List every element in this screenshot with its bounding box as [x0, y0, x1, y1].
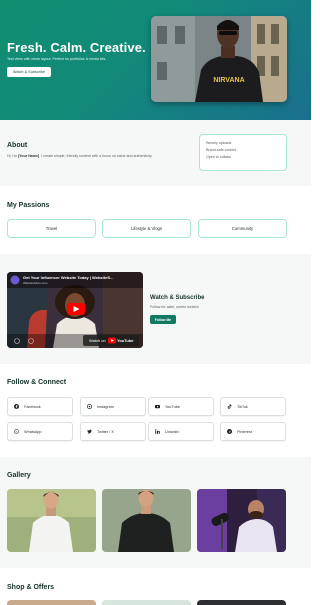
social-instagram[interactable]: Instagram — [80, 397, 146, 416]
gallery-photo — [7, 489, 96, 552]
social-whatsapp[interactable]: WhatsApp — [7, 422, 73, 441]
about-text: Hi, I'm [Your Name]. I create simple, fr… — [7, 154, 152, 158]
video-embed[interactable]: Get Your Influencer Website Today | Webs… — [7, 272, 143, 348]
about-name: [Your Name] — [18, 154, 40, 158]
about-section: About Hi, I'm [Your Name]. I create simp… — [0, 120, 311, 186]
hero-photo: NIRVANA — [151, 16, 287, 102]
hero-cta-button[interactable]: Watch & Subscribe — [7, 67, 51, 77]
watch-on-label: Watch on — [89, 338, 106, 343]
twitter-icon — [87, 429, 92, 434]
gallery-heading: Gallery — [7, 472, 31, 479]
gallery-photo — [197, 489, 286, 552]
video-subtext: Follow for calm, useful content. — [150, 305, 200, 309]
whatsapp-icon — [14, 429, 19, 434]
shop-heading: Shop & Offers — [7, 584, 55, 591]
social-label: Twitter / X — [97, 429, 114, 434]
youtube-icon — [155, 404, 160, 409]
social-twitter[interactable]: Twitter / X — [80, 422, 146, 441]
passion-community[interactable]: Community — [198, 219, 287, 238]
hero-subtitle: Teal vibes with clean layout. Perfect fo… — [7, 57, 107, 61]
social-tiktok[interactable]: TikTok — [220, 397, 286, 416]
social-label: LinkedIn — [165, 429, 180, 434]
video-thumb-channel: WebsiteStore.com — [23, 281, 48, 285]
about-text-prefix: Hi, I'm — [7, 154, 19, 158]
about-text-suffix: . I create simple, friendly content with… — [39, 154, 153, 158]
social-label: Instagram — [97, 404, 114, 409]
hero-title: Fresh. Calm. Creative. — [7, 40, 146, 55]
social-pinterest[interactable]: Pinterest — [220, 422, 286, 441]
shop-item-image[interactable] — [7, 600, 96, 605]
social-label: WhatsApp — [24, 429, 42, 434]
gallery-image-1[interactable] — [7, 489, 96, 552]
instagram-icon — [87, 404, 92, 409]
passions-section: My Passions Travel Lifestyle & Vlogs Com… — [0, 186, 311, 254]
shirt-text: NIRVANA — [213, 77, 244, 84]
gallery-section: Gallery — [0, 457, 311, 568]
linkedin-icon — [155, 429, 160, 434]
video-thumb-title: Get Your Influencer Website Today | Webs… — [23, 275, 113, 280]
follow-section: Follow & Connect Facebook Instagram YouT… — [0, 364, 311, 457]
hero-photo-illustration: NIRVANA — [151, 16, 287, 102]
video-heading: Watch & Subscribe — [150, 295, 205, 301]
follow-me-button[interactable]: Follow Me — [150, 315, 176, 324]
facebook-icon — [14, 404, 19, 409]
gallery-photo — [102, 489, 191, 552]
pinterest-icon — [227, 429, 232, 434]
passion-lifestyle-vlogs[interactable]: Lifestyle & Vlogs — [102, 219, 191, 238]
tiktok-icon — [227, 404, 232, 409]
shop-item-image[interactable] — [197, 600, 286, 605]
gallery-image-3[interactable] — [197, 489, 286, 552]
about-facts-card: Weekly uploads Brand-safe content Open t… — [199, 134, 287, 171]
shop-item-image[interactable] — [102, 600, 191, 605]
social-facebook[interactable]: Facebook — [7, 397, 73, 416]
social-label: Facebook — [24, 404, 41, 409]
fact-item: Brand-safe content — [206, 148, 237, 152]
video-thumbnail-illustration: Get Your Influencer Website Today | Webs… — [7, 272, 143, 348]
video-section: Get Your Influencer Website Today | Webs… — [0, 254, 311, 364]
passions-heading: My Passions — [7, 202, 50, 209]
social-linkedin[interactable]: LinkedIn — [148, 422, 214, 441]
social-label: Pinterest — [237, 429, 252, 434]
social-label: YouTube — [165, 404, 180, 409]
passion-travel[interactable]: Travel — [7, 219, 96, 238]
fact-item: Weekly uploads — [206, 141, 232, 145]
social-youtube[interactable]: YouTube — [148, 397, 214, 416]
page: Fresh. Calm. Creative. Teal vibes with c… — [0, 0, 311, 605]
about-heading: About — [7, 142, 28, 149]
social-label: TikTok — [237, 404, 248, 409]
fact-item: Open to collabs — [206, 155, 231, 159]
youtube-word: YouTube — [117, 338, 134, 343]
hero-section: Fresh. Calm. Creative. Teal vibes with c… — [0, 0, 311, 120]
shop-section: Shop & Offers — [0, 568, 311, 605]
follow-heading: Follow & Connect — [7, 379, 67, 386]
gallery-image-2[interactable] — [102, 489, 191, 552]
